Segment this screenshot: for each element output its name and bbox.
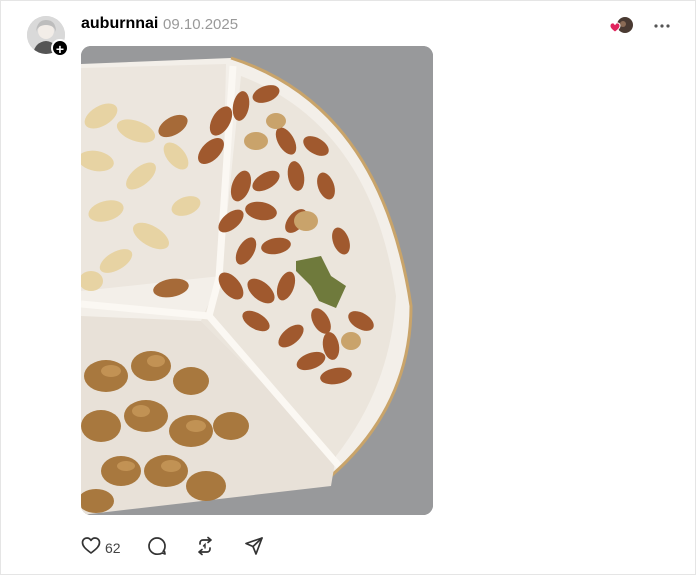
repost-button[interactable] [195,536,215,560]
more-icon[interactable] [651,14,673,34]
comment-button[interactable] [147,536,167,560]
post-date[interactable]: 09.10.2025 [163,16,238,33]
post-image[interactable] [81,46,433,515]
username[interactable]: auburnnai [81,15,158,33]
heart-icon [81,536,101,560]
reactors-avatars-icon[interactable] [608,16,636,36]
post-card: + auburnnai 09.10.2025 62 [0,0,696,575]
repost-icon [195,536,215,561]
send-icon [244,536,264,561]
avatar-container[interactable]: + [27,16,69,58]
like-count: 62 [105,540,121,556]
comment-icon [147,536,167,561]
follow-plus-icon[interactable]: + [51,39,69,57]
like-button[interactable]: 62 [81,536,121,560]
share-button[interactable] [244,536,264,560]
